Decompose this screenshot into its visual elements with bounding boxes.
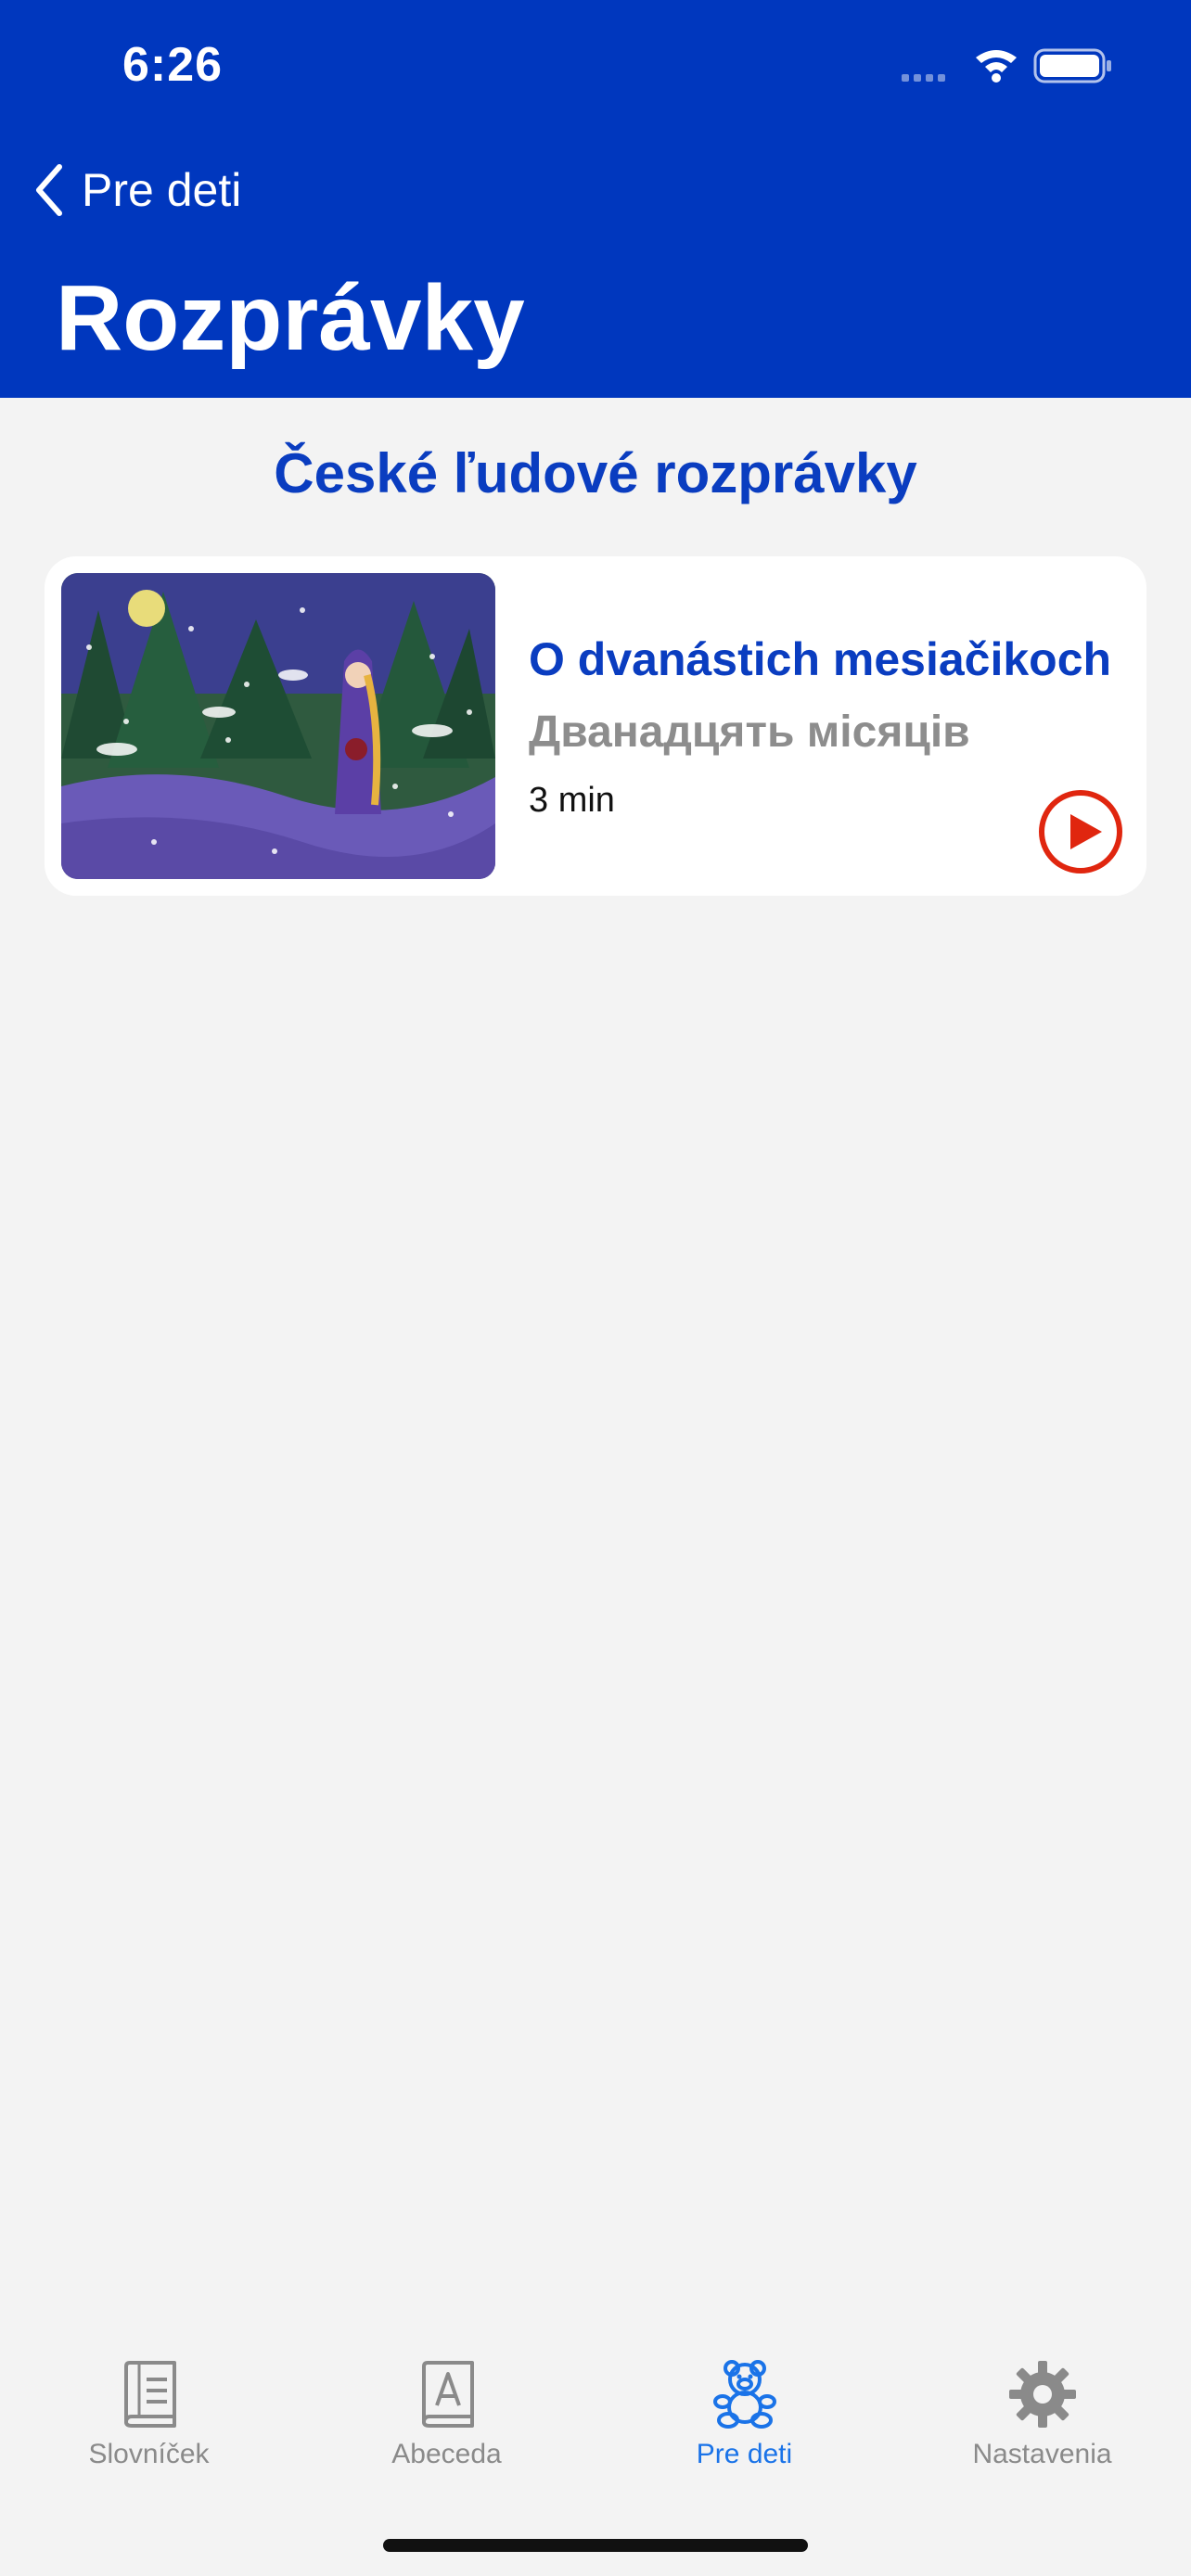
story-card[interactable]: O dvanástich mesiačikoch Дванадцять міся… bbox=[45, 556, 1146, 896]
story-thumbnail bbox=[61, 573, 495, 879]
status-time: 6:26 bbox=[122, 38, 224, 92]
story-subtitle: Дванадцять місяців bbox=[529, 708, 970, 757]
status-icons bbox=[902, 48, 1115, 85]
play-circle-icon[interactable] bbox=[1037, 788, 1124, 875]
page-title: Rozprávky bbox=[56, 266, 525, 370]
home-indicator[interactable] bbox=[383, 2539, 808, 2552]
tab-slovnicek[interactable]: Slovníček bbox=[0, 2359, 298, 2470]
tab-label: Slovníček bbox=[88, 2439, 210, 2469]
gear-icon bbox=[1008, 2361, 1076, 2428]
tab-bar: Slovníček Abeceda Pre deti Nastavenia bbox=[0, 2318, 1191, 2576]
section-title: České ľudové rozprávky bbox=[274, 442, 917, 504]
tab-label: Abeceda bbox=[391, 2439, 502, 2469]
back-button[interactable]: Pre deti bbox=[33, 158, 241, 223]
chevron-left-icon bbox=[36, 164, 62, 216]
teddy-bear-icon bbox=[712, 2360, 776, 2429]
back-button-label: Pre deti bbox=[82, 164, 242, 216]
tab-label: Pre deti bbox=[696, 2439, 793, 2469]
wifi-icon bbox=[976, 50, 1017, 83]
tab-nastavenia[interactable]: Nastavenia bbox=[893, 2359, 1191, 2470]
story-duration: 3 min bbox=[529, 781, 615, 820]
navigation-header: 6:26 Pre deti Rozprávky bbox=[0, 0, 1191, 398]
book-icon bbox=[123, 2361, 176, 2428]
tab-pre-deti[interactable]: Pre deti bbox=[596, 2359, 893, 2470]
tab-label: Nastavenia bbox=[972, 2439, 1112, 2469]
alphabet-book-icon bbox=[421, 2361, 474, 2428]
cellular-signal-icon bbox=[902, 74, 945, 82]
battery-icon bbox=[1033, 48, 1111, 83]
story-title: O dvanástich mesiačikoch bbox=[529, 633, 1112, 685]
tab-abeceda[interactable]: Abeceda bbox=[298, 2359, 596, 2470]
